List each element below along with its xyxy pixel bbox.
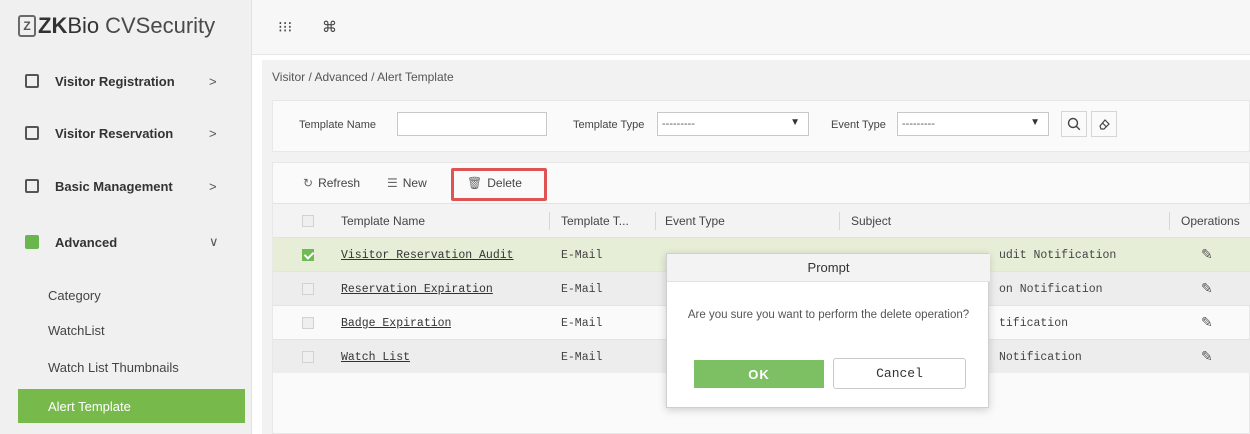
- sidebar-item-label: Advanced: [55, 234, 118, 250]
- template-type-value: ---------: [662, 118, 695, 130]
- cancel-button[interactable]: Cancel: [833, 358, 966, 389]
- row-checkbox[interactable]: [302, 283, 314, 295]
- confirm-dialog: Prompt Are you sure you want to perform …: [666, 253, 990, 408]
- toolbar: ↻ Refresh ☰ New 🗑 Delete: [273, 163, 1250, 203]
- template-type-cell: E-Mail: [561, 350, 603, 364]
- row-checkbox[interactable]: [302, 351, 314, 363]
- sidebar: Z ZK Bio CVSecurity Visitor Registration…: [0, 0, 252, 434]
- clear-button[interactable]: [1091, 111, 1117, 137]
- refresh-icon: ↻: [303, 176, 314, 190]
- delete-highlight-box: [451, 168, 547, 201]
- template-type-cell: E-Mail: [561, 316, 603, 330]
- template-name-link[interactable]: Visitor Reservation Audit: [341, 238, 514, 272]
- table-header: Template Name Template T... Event Type S…: [273, 203, 1250, 237]
- subject-cell: tification: [999, 316, 1069, 330]
- subject-cell: on Notification: [999, 282, 1103, 296]
- event-type-label: Event Type: [831, 119, 886, 131]
- row-checkbox[interactable]: [302, 249, 314, 261]
- reservation-icon: [25, 126, 39, 140]
- command-icon[interactable]: ⌘: [322, 18, 337, 36]
- new-button[interactable]: ☰ New: [387, 176, 427, 190]
- refresh-label: Refresh: [318, 176, 361, 190]
- sidebar-item-visitor-registration[interactable]: Visitor Registration >: [0, 55, 252, 107]
- subject-cell: udit Notification: [999, 248, 1117, 262]
- edit-icon[interactable]: ✎: [1201, 315, 1213, 332]
- sidebar-subitem-category[interactable]: Category: [18, 278, 245, 312]
- eraser-icon: [1099, 119, 1110, 130]
- grid-icon[interactable]: ⁝⁝⁝: [278, 18, 292, 36]
- template-name-link[interactable]: Watch List: [341, 340, 410, 374]
- app-logo[interactable]: Z ZK Bio CVSecurity: [18, 10, 215, 42]
- select-all-checkbox[interactable]: [302, 215, 314, 227]
- subject-cell: Notification: [999, 350, 1082, 364]
- sidebar-item-visitor-reservation[interactable]: Visitor Reservation >: [0, 107, 252, 159]
- top-bar: ⁝⁝⁝ ⌘: [252, 0, 1250, 55]
- management-icon: [25, 179, 39, 193]
- caret-down-icon: ▼: [1030, 117, 1040, 128]
- chevron-right-icon: >: [209, 125, 217, 141]
- logo-product: CVSecurity: [105, 13, 216, 38]
- sidebar-item-advanced[interactable]: Advanced ∨: [0, 216, 252, 268]
- new-label: New: [402, 176, 427, 190]
- template-name-label: Template Name: [299, 119, 377, 131]
- caret-down-icon: ▼: [790, 117, 800, 128]
- column-header-event-type[interactable]: Event Type: [665, 204, 725, 238]
- sidebar-item-label: Basic Management: [55, 178, 173, 194]
- template-type-select[interactable]: --------- ▼: [657, 112, 809, 136]
- logo-zk: ZK: [38, 13, 68, 38]
- column-header-operations: Operations: [1181, 214, 1240, 228]
- sidebar-subitem-watchlist[interactable]: WatchList: [18, 313, 245, 347]
- edit-icon[interactable]: ✎: [1201, 247, 1213, 264]
- logo-mark-icon: Z: [18, 15, 36, 37]
- column-header-subject[interactable]: Subject: [851, 204, 891, 238]
- chevron-right-icon: >: [209, 73, 217, 89]
- column-header-template-type[interactable]: Template T...: [561, 204, 629, 238]
- sidebar-subitem-alert-template[interactable]: Alert Template: [18, 389, 245, 423]
- chevron-right-icon: >: [209, 178, 217, 194]
- search-icon: [1067, 117, 1081, 131]
- sidebar-item-basic-management[interactable]: Basic Management >: [0, 160, 252, 212]
- registration-icon: [25, 74, 39, 88]
- dialog-title: Prompt: [667, 254, 990, 282]
- advanced-icon: [25, 235, 39, 249]
- row-checkbox[interactable]: [302, 317, 314, 329]
- sidebar-item-label: Visitor Registration: [55, 73, 175, 89]
- template-type-cell: E-Mail: [561, 282, 603, 296]
- template-name-input[interactable]: [397, 112, 547, 136]
- edit-icon[interactable]: ✎: [1201, 349, 1213, 366]
- dialog-message: Are you sure you want to perform the del…: [687, 309, 970, 321]
- search-button[interactable]: [1061, 111, 1087, 137]
- add-list-icon: ☰: [387, 176, 398, 190]
- edit-icon[interactable]: ✎: [1201, 281, 1213, 298]
- chevron-down-icon: ∨: [209, 234, 219, 249]
- template-type-label: Template Type: [573, 119, 645, 131]
- column-header-template-name[interactable]: Template Name: [341, 204, 425, 238]
- event-type-value: ---------: [902, 118, 935, 130]
- refresh-button[interactable]: ↻ Refresh: [303, 176, 360, 190]
- breadcrumb: Visitor / Advanced / Alert Template: [272, 70, 454, 84]
- template-type-cell: E-Mail: [561, 248, 603, 262]
- logo-bio: Bio: [67, 13, 100, 38]
- sidebar-item-label: Visitor Reservation: [55, 125, 174, 141]
- event-type-select[interactable]: --------- ▼: [897, 112, 1049, 136]
- template-name-link[interactable]: Reservation Expiration: [341, 272, 493, 306]
- ok-button[interactable]: OK: [694, 360, 824, 388]
- template-name-link[interactable]: Badge Expiration: [341, 306, 451, 340]
- sidebar-subitem-watch-list-thumbnails[interactable]: Watch List Thumbnails: [18, 350, 245, 384]
- search-bar: Template Name Template Type --------- ▼ …: [272, 100, 1250, 152]
